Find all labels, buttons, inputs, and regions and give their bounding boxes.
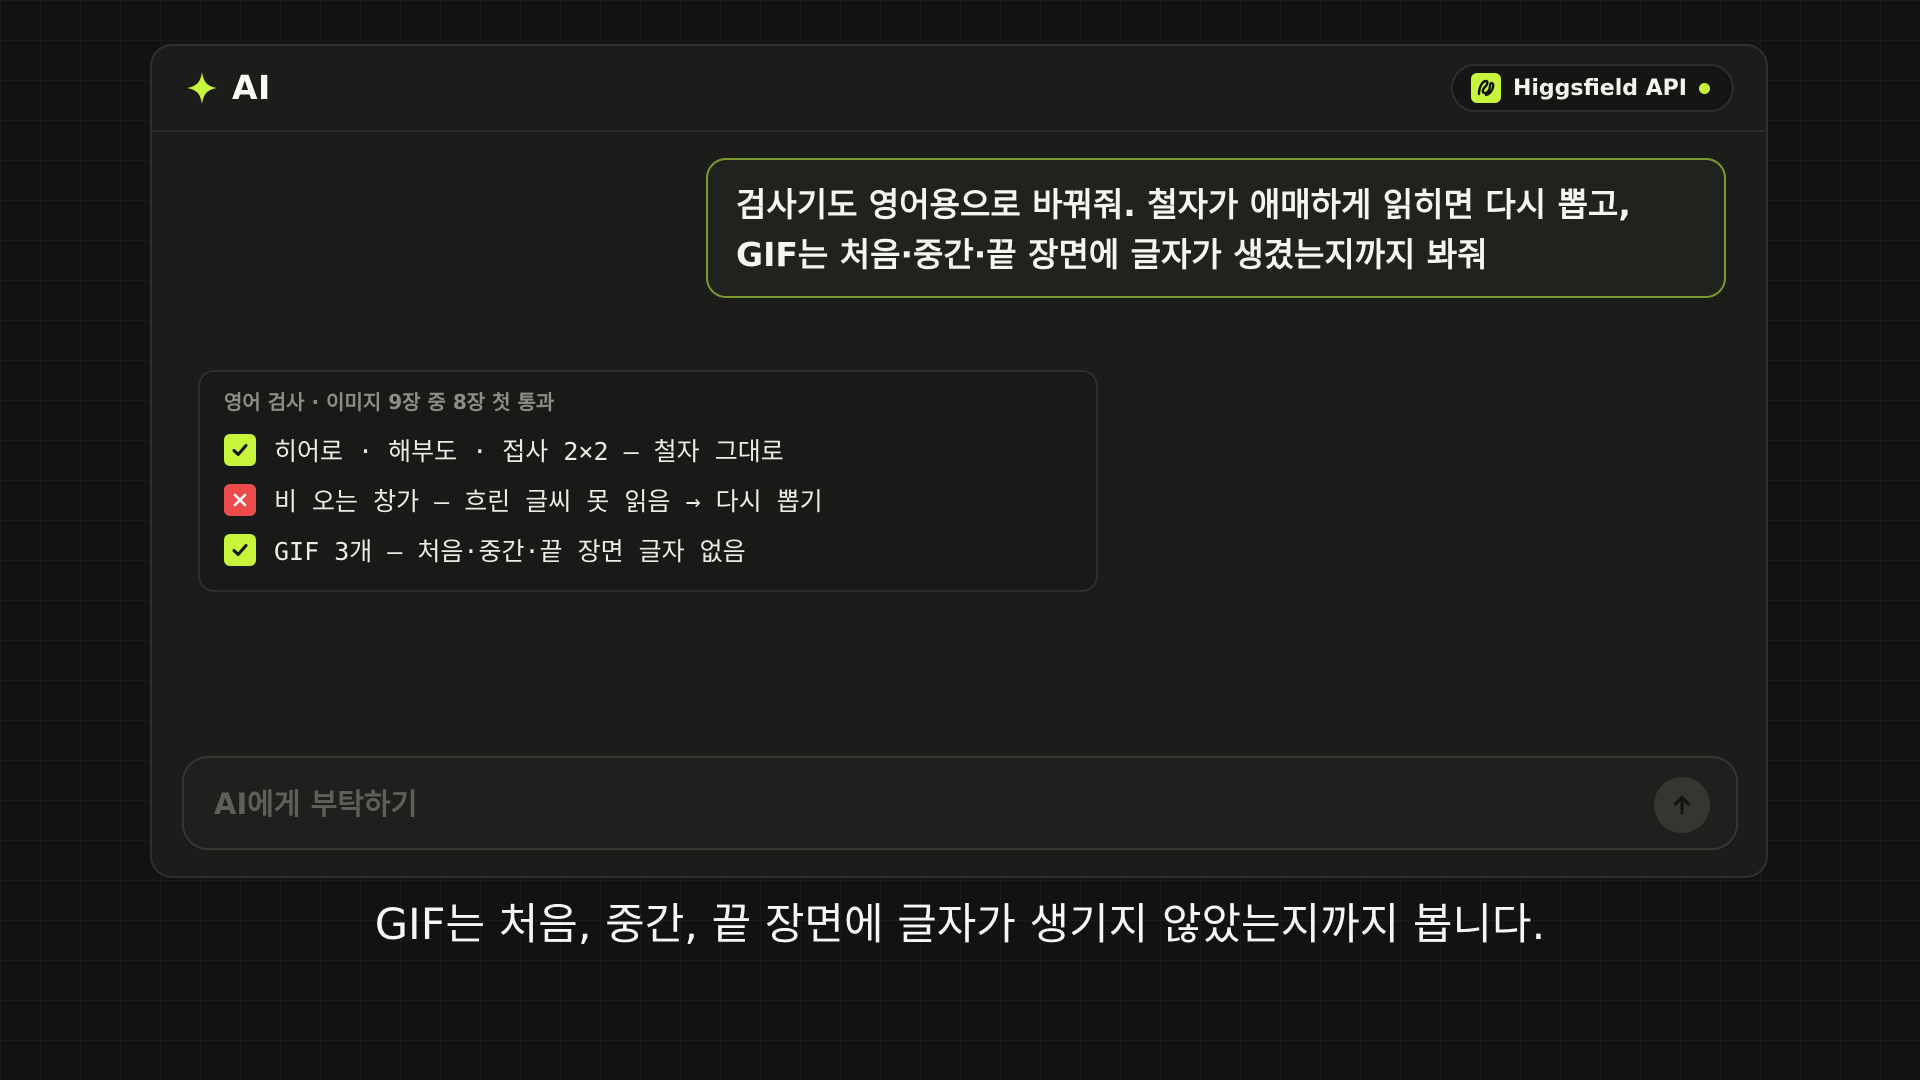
x-icon [224, 484, 256, 516]
chat-window: AI Higgsfield API 검사기도 영어용으로 바꿔줘. 철자가 애매… [150, 44, 1768, 878]
check-item: 히어로 · 해부도 · 접사 2×2 — 철자 그대로 [224, 425, 1072, 475]
check-icon [224, 534, 256, 566]
brand: AI [186, 68, 271, 107]
check-icon [224, 434, 256, 466]
chat-input[interactable] [212, 778, 1596, 830]
app-title: AI [232, 68, 271, 107]
check-item: 비 오는 창가 — 흐린 글씨 못 읽음 → 다시 뽑기 [224, 475, 1072, 525]
api-label: Higgsfield API [1512, 75, 1687, 101]
check-result-title: 영어 검사 · 이미지 9장 중 8장 첫 통과 [224, 390, 555, 414]
check-item-text: 히어로 · 해부도 · 접사 2×2 — 철자 그대로 [274, 437, 784, 466]
user-message-bubble: 검사기도 영어용으로 바꿔줘. 철자가 애매하게 읽히면 다시 뽑고, GIF는… [706, 158, 1726, 298]
check-item-text: GIF 3개 — 처음·중간·끝 장면 글자 없음 [274, 537, 746, 566]
check-item-text: 비 오는 창가 — 흐린 글씨 못 읽음 → 다시 뽑기 [274, 487, 823, 516]
check-item: GIF 3개 — 처음·중간·끝 장면 글자 없음 [224, 525, 1072, 575]
user-message-line: GIF는 처음·중간·끝 장면에 글자가 생겼는지까지 봐줘 [736, 235, 1488, 274]
chat-input-bar [182, 756, 1738, 850]
status-dot-icon [1699, 82, 1710, 94]
send-button[interactable] [1654, 777, 1710, 833]
higgsfield-logo-icon [1470, 73, 1501, 103]
video-caption: GIF는 처음, 중간, 끝 장면에 글자가 생기지 않았는지까지 봅니다. [374, 900, 1546, 950]
user-message-line: 검사기도 영어용으로 바꿔줘. 철자가 애매하게 읽히면 다시 뽑고, [736, 185, 1631, 224]
chat-header: AI Higgsfield API [152, 46, 1766, 132]
api-status-pill[interactable]: Higgsfield API [1450, 64, 1734, 112]
check-result-card: 영어 검사 · 이미지 9장 중 8장 첫 통과 히어로 · 해부도 · 접사 … [198, 370, 1098, 592]
arrow-up-icon [1673, 795, 1691, 815]
sparkle-icon [187, 71, 217, 104]
